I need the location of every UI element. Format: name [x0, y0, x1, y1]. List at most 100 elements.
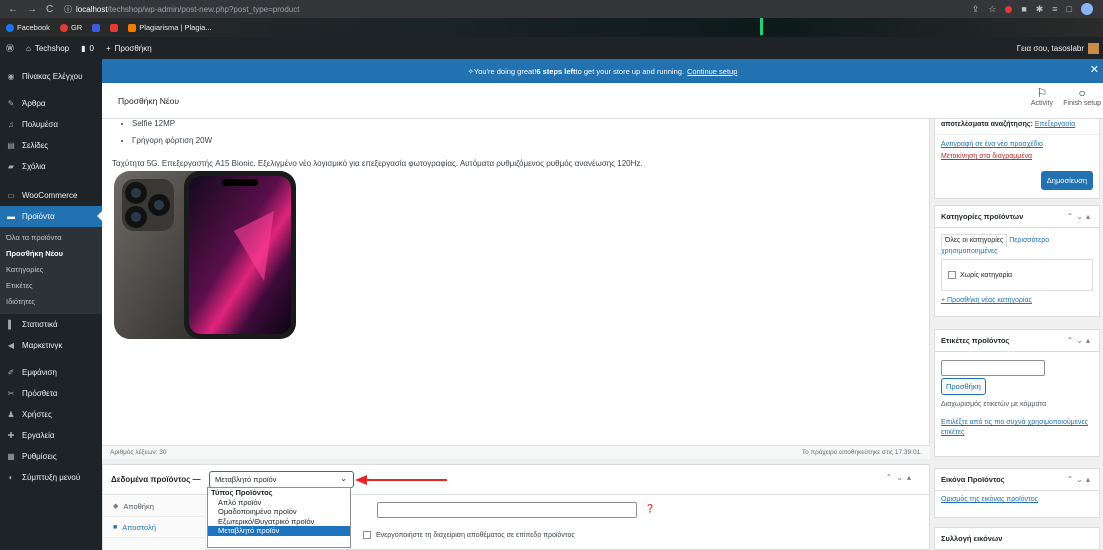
menu-woocommerce[interactable]: ▭ WooCommerce [0, 185, 102, 206]
publish-button[interactable]: Δημοσίευση [1040, 171, 1093, 190]
woo-icon: ▭ [7, 191, 15, 200]
help-icon[interactable]: ❓ [645, 504, 655, 513]
new-content[interactable]: + Προσθήκη [100, 44, 158, 53]
product-type-select[interactable]: Μεταβλητό προϊόν ⌄ [209, 471, 354, 488]
product-image-box: Εικόνα Προϊόντος ⌃⌄▴ Ορισμός της εικόνας … [934, 468, 1100, 518]
bookmark-4[interactable] [110, 23, 119, 32]
site-name[interactable]: ⌂ Techshop [20, 44, 75, 53]
forward-icon[interactable]: → [27, 4, 37, 15]
browser-actions: ⇪ ☆ ■ ✱ ≡ □ [972, 3, 1103, 15]
bookmark-icon [92, 23, 101, 32]
option-simple[interactable]: Απλό προϊόν [208, 498, 350, 508]
box-controls[interactable]: ⌃⌄▴ [1067, 336, 1093, 345]
star-icon[interactable]: ☆ [988, 4, 996, 15]
add-tag-button[interactable]: Προσθήκη [941, 378, 986, 395]
uncategorized-checkbox[interactable] [948, 271, 956, 279]
editor-area[interactable]: Selfie 12MP Γρήγορη φόρτιση 20W Ταχύτητα… [102, 119, 930, 459]
submenu-all-products[interactable]: Όλα τα προϊόντα [0, 230, 102, 246]
window-icon[interactable]: □ [1067, 4, 1072, 14]
word-count: Αριθμός λέξεων: 30 [110, 449, 167, 456]
tab-inventory[interactable]: ◆ Αποθήκη [103, 496, 205, 517]
menu-media[interactable]: ♫ Πολυμέσα [0, 114, 102, 135]
box-controls[interactable]: ⌃⌄▴ [1067, 475, 1093, 484]
edit-link[interactable]: Επεξεργασία [1035, 121, 1075, 128]
option-external[interactable]: Εξωτερικό/Θυγατρικό προϊόν [208, 517, 350, 527]
sku-input[interactable] [377, 502, 637, 518]
close-icon[interactable]: ✕ [1090, 63, 1099, 76]
box-title: Συλλογή εικόνων [941, 534, 1003, 543]
finish-setup-button[interactable]: ○ Finish setup [1063, 86, 1101, 107]
menu-appearance[interactable]: ✐ Εμφάνιση [0, 362, 102, 383]
tab-all-categories[interactable]: Όλες οι κατηγορίες [941, 234, 1008, 247]
trash-link[interactable]: Μετακίνηση στα διαγραμμένα [941, 151, 1093, 163]
bookmark-gr[interactable]: GR [59, 23, 82, 32]
menu-settings[interactable]: ▦ Ρυθμίσεις [0, 446, 102, 467]
product-icon: ▬ [7, 212, 15, 221]
menu-analytics[interactable]: ▌ Στατιστικά [0, 314, 102, 335]
bookmark-plagiarisma[interactable]: Plagiarisma | Plagia... [128, 23, 212, 32]
profile-avatar[interactable] [1081, 3, 1093, 15]
products-submenu: Όλα τα προϊόντα Προσθήκη Νέου Κατηγορίες… [0, 227, 102, 314]
manage-stock-checkbox[interactable] [363, 531, 371, 539]
sidebar-right: αποτελέσματα αναζήτησης: Επεξεργασία Αντ… [932, 119, 1103, 550]
tags-box: Ετικέτες προϊόντος ⌃⌄▴ Προσθήκη Διαχωρισμ… [934, 329, 1100, 457]
facebook-icon [6, 23, 14, 32]
submenu-categories[interactable]: Κατηγορίες [0, 262, 102, 278]
plugin-icon: ✂ [7, 389, 15, 398]
option-grouped[interactable]: Ομαδοποιημένο προϊόν [208, 507, 350, 517]
bookmarks-bar: Facebook GR Plagiarisma | Plagia... [0, 18, 1103, 37]
menu-posts[interactable]: ✎ Άρθρα [0, 93, 102, 114]
green-marker [760, 18, 763, 35]
back-icon[interactable]: ← [8, 4, 18, 15]
info-icon[interactable]: ⓘ [64, 4, 72, 15]
box-controls[interactable]: ⌃⌄▴ [1067, 212, 1093, 221]
share-icon[interactable]: ⇪ [972, 4, 980, 15]
tag-input[interactable] [941, 360, 1045, 376]
submenu-attributes[interactable]: Ιδιότητες [0, 294, 102, 310]
choose-tags-link[interactable]: Επιλέξτε από τις πιο συχνά χρησιμοποιούμ… [935, 412, 1099, 444]
activity-button[interactable]: ⚐ Activity [1031, 86, 1053, 107]
page-title: Προσθήκη Νέου [118, 95, 180, 106]
url-path: /techshop/wp-admin/post-new.php?post_typ… [107, 4, 300, 14]
tab-shipping[interactable]: ■ Αποστολή [103, 517, 205, 538]
option-variable[interactable]: Μεταβλητό προϊόν [208, 526, 350, 536]
menu-plugins[interactable]: ✂ Πρόσθετα [0, 383, 102, 404]
tools-icon: ✚ [7, 431, 15, 440]
menu-users[interactable]: ♟ Χρήστες [0, 404, 102, 425]
pin-icon: ✎ [7, 99, 15, 108]
menu-marketing[interactable]: ◀ Μαρκετινγκ [0, 335, 102, 356]
menu-products[interactable]: ▬ Προϊόντα [0, 206, 102, 227]
nav-buttons: ← → C [0, 4, 64, 15]
media-icon: ♫ [8, 120, 14, 129]
add-category-link[interactable]: + Προσθήκη νέας κατηγορίας [935, 293, 1099, 308]
set-image-link[interactable]: Ορισμός της εικόνας προϊόντος [935, 491, 1099, 508]
comment-icon: ▰ [7, 162, 15, 171]
address-bar[interactable]: ⓘ localhost/techshop/wp-admin/post-new.p… [64, 4, 299, 15]
list-item: Γρήγορη φόρτιση 20W [132, 132, 212, 149]
box-controls[interactable]: ⌃⌄▴ [886, 473, 915, 482]
menu-tools[interactable]: ✚ Εργαλεία [0, 425, 102, 446]
queue-icon[interactable]: ≡ [1052, 4, 1057, 14]
my-account[interactable]: Γεια σου, tasoslabr [1017, 42, 1103, 54]
reload-icon[interactable]: C [46, 4, 53, 15]
bookmark-3[interactable] [92, 23, 101, 32]
plagiarisma-icon [128, 23, 137, 32]
puzzle-icon[interactable]: ✱ [1036, 4, 1044, 15]
extension-icon[interactable] [1005, 5, 1013, 13]
wp-logo[interactable]: Ⓦ [0, 43, 20, 54]
submenu-tags[interactable]: Ετικέτες [0, 278, 102, 294]
bookmark-facebook[interactable]: Facebook [6, 23, 50, 32]
product-type-dropdown: Τύπος Προϊόντος Απλό προϊόν Ομαδοποιημέν… [207, 487, 351, 548]
wordpress-icon: Ⓦ [6, 43, 14, 53]
menu-dashboard[interactable]: ◉ Πίνακας Ελέγχου [0, 59, 102, 93]
menu-pages[interactable]: ▤ Σελίδες [0, 135, 102, 156]
comments-count[interactable]: ▮ 0 [75, 44, 100, 53]
extension2-icon[interactable]: ■ [1021, 4, 1026, 14]
menu-collapse[interactable]: ◐ Σύμπτυξη μενού [0, 467, 102, 488]
copy-draft-link[interactable]: Αντιγραφή σε ένα νέο προσχέδιο [941, 139, 1093, 151]
chevron-down-icon: ⌄ [340, 474, 347, 483]
annotation-arrow [355, 475, 447, 485]
menu-comments[interactable]: ▰ Σχόλια [0, 156, 102, 177]
submenu-add-new[interactable]: Προσθήκη Νέου [0, 246, 102, 262]
continue-setup-link[interactable]: Continue setup [687, 67, 737, 76]
